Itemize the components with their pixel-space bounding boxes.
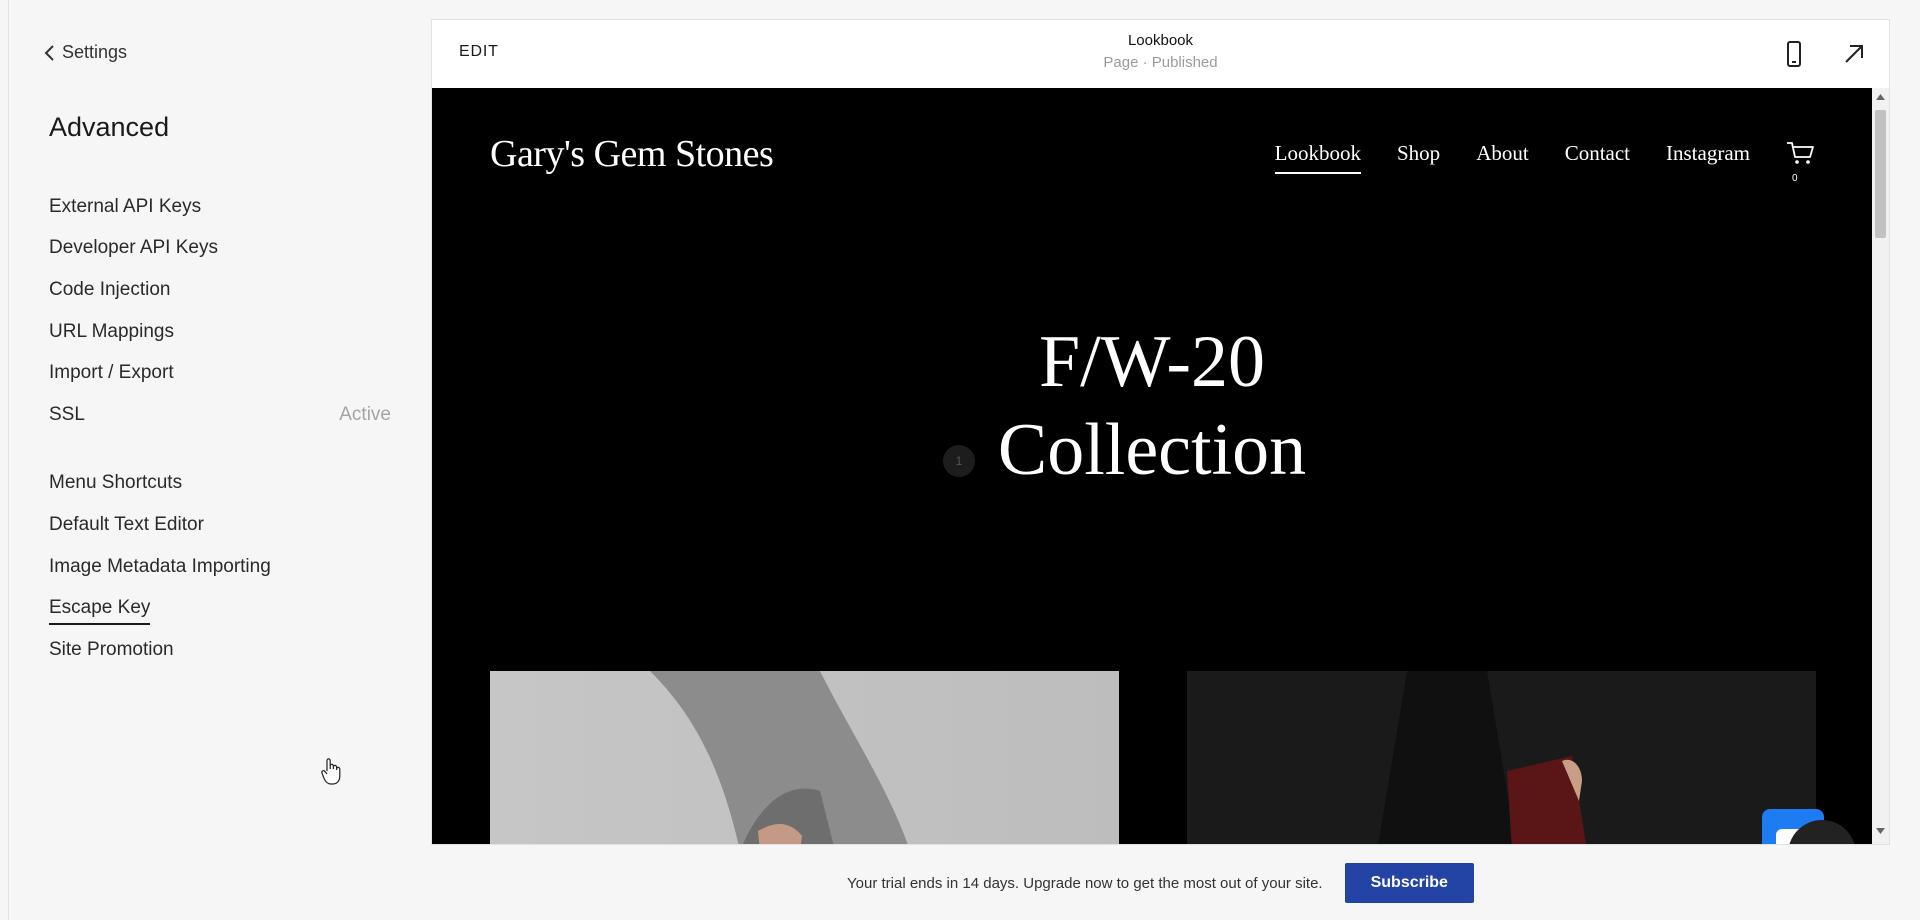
nav-item-label: Escape Key bbox=[49, 597, 151, 626]
nav-item-label: Image Metadata Importing bbox=[49, 555, 271, 577]
lookbook-image-right bbox=[1187, 671, 1816, 844]
scroll-down-arrow-icon[interactable] bbox=[1875, 826, 1886, 836]
section-title: Advanced bbox=[49, 112, 170, 142]
nav-item-developer-api-keys[interactable]: Developer API Keys bbox=[49, 228, 391, 270]
preview-toolbar: EDIT Lookbook Page · Published bbox=[432, 20, 1889, 89]
hero-heading: F/W-20 Collection bbox=[432, 318, 1872, 494]
open-external-icon[interactable] bbox=[1842, 42, 1866, 66]
sweater-photo bbox=[650, 671, 908, 844]
divider bbox=[8, 0, 9, 920]
nav-item-escape-key[interactable]: Escape Key bbox=[49, 587, 391, 629]
hero-line-1: F/W-20 bbox=[1038, 321, 1266, 403]
nav-item-label: Menu Shortcuts bbox=[49, 472, 183, 494]
subscribe-button[interactable]: Subscribe bbox=[1344, 863, 1474, 903]
nav-item-label: SSL bbox=[49, 403, 85, 425]
page-preview-frame: EDIT Lookbook Page · Published Gary's Ge… bbox=[432, 20, 1889, 844]
nav-item-label: Import / Export bbox=[49, 362, 174, 384]
site-brand[interactable]: Gary's Gem Stones bbox=[490, 132, 774, 176]
cart-count: 0 bbox=[1792, 173, 1798, 184]
nav-item-external-api-keys[interactable]: External API Keys bbox=[49, 186, 391, 228]
lookbook-image-left bbox=[490, 671, 1119, 844]
nav-item-label: Developer API Keys bbox=[49, 237, 218, 259]
back-link-label: Settings bbox=[62, 42, 128, 62]
back-to-settings-link[interactable]: Settings bbox=[42, 42, 127, 63]
nav-gap bbox=[49, 436, 391, 463]
page-status: Page · Published bbox=[1103, 54, 1218, 71]
hero-line-2: Collection bbox=[997, 409, 1307, 491]
nav-item-import-export[interactable]: Import / Export bbox=[49, 352, 391, 394]
site-nav-instagram[interactable]: Instagram bbox=[1666, 141, 1750, 166]
site-nav: Lookbook Shop About Contact Instagram 0 bbox=[1274, 140, 1816, 184]
nav-item-label: URL Mappings bbox=[49, 320, 174, 342]
scrollbar-thumb[interactable] bbox=[1875, 110, 1886, 238]
site-nav-shop[interactable]: Shop bbox=[1397, 141, 1440, 166]
nav-item-default-text-editor[interactable]: Default Text Editor bbox=[49, 504, 391, 546]
nav-item-label: Site Promotion bbox=[49, 638, 174, 660]
nav-item-image-metadata-importing[interactable]: Image Metadata Importing bbox=[49, 546, 391, 588]
site-nav-contact[interactable]: Contact bbox=[1565, 141, 1630, 166]
site-nav-about[interactable]: About bbox=[1476, 141, 1529, 166]
handbag-photo bbox=[1187, 671, 1816, 844]
nav-item-url-mappings[interactable]: URL Mappings bbox=[49, 311, 391, 353]
nav-item-menu-shortcuts[interactable]: Menu Shortcuts bbox=[49, 463, 391, 505]
nav-item-code-injection[interactable]: Code Injection bbox=[49, 269, 391, 311]
cart-button[interactable]: 0 bbox=[1786, 140, 1816, 184]
slide-indicator[interactable]: 1 bbox=[943, 445, 975, 477]
nav-item-site-promotion[interactable]: Site Promotion bbox=[49, 629, 391, 671]
nav-item-label: Code Injection bbox=[49, 278, 171, 300]
site-nav-lookbook[interactable]: Lookbook bbox=[1274, 141, 1362, 174]
nav-item-label: Default Text Editor bbox=[49, 513, 204, 535]
page-title: Lookbook bbox=[1127, 32, 1194, 49]
scroll-up-arrow-icon[interactable] bbox=[1875, 92, 1886, 102]
site-preview: Gary's Gem Stones Lookbook Shop About Co… bbox=[432, 88, 1872, 844]
cart-icon bbox=[1787, 142, 1814, 164]
trial-message: Your trial ends in 14 days. Upgrade now … bbox=[847, 874, 1323, 892]
nav-item-ssl[interactable]: SSL Active bbox=[49, 394, 391, 436]
nav-item-label: External API Keys bbox=[49, 195, 202, 217]
settings-sidebar: Settings Advanced External API Keys Deve… bbox=[0, 0, 420, 920]
hand-cursor-icon bbox=[321, 758, 341, 785]
settings-nav: External API Keys Developer API Keys Cod… bbox=[49, 186, 391, 671]
trial-banner: Your trial ends in 14 days. Upgrade now … bbox=[432, 846, 1889, 920]
chevron-left-icon bbox=[44, 44, 54, 61]
ssl-status: Active bbox=[339, 403, 391, 425]
mobile-preview-icon[interactable] bbox=[1784, 40, 1804, 68]
